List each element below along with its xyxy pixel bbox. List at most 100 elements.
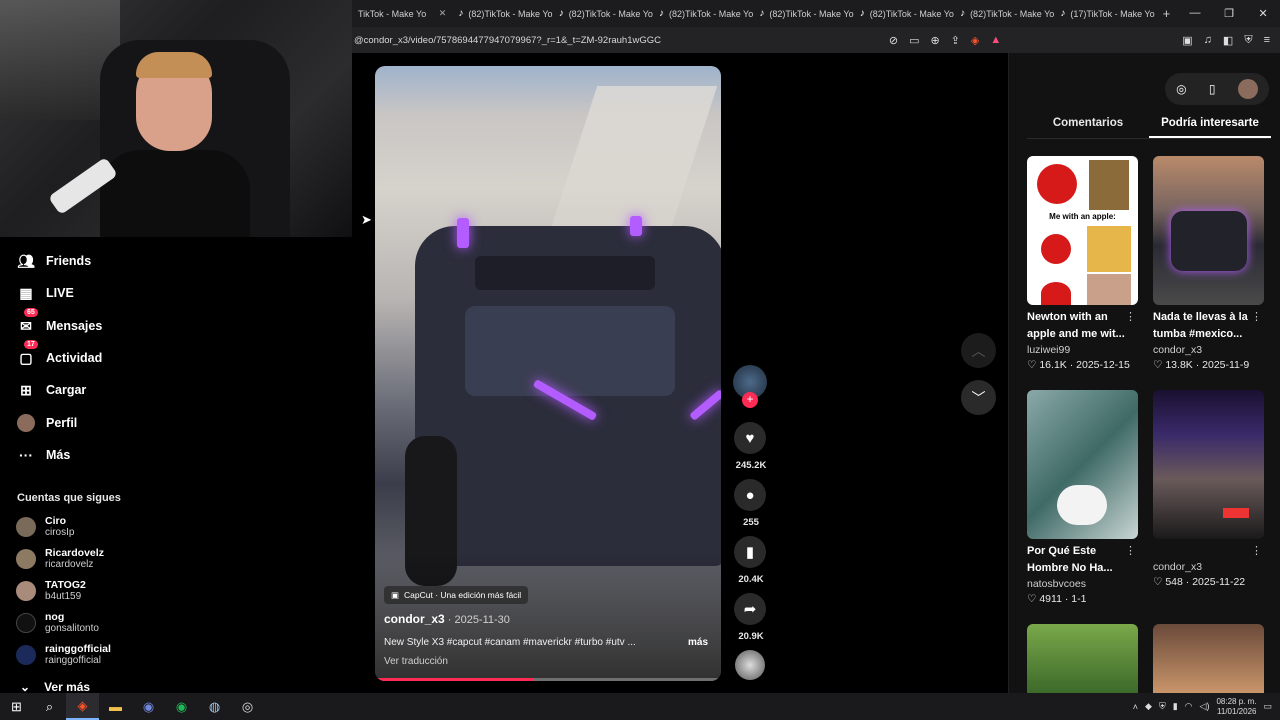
wallet-icon[interactable]: ▣ xyxy=(1182,34,1192,47)
account-name: Ciro xyxy=(45,515,66,527)
vpn-icon[interactable]: ⛨ xyxy=(1244,34,1252,47)
more-options-icon[interactable]: ⋮ xyxy=(1125,544,1136,557)
more-options-icon[interactable]: ⋮ xyxy=(1125,310,1136,323)
media-icon[interactable]: ♫ xyxy=(1204,34,1212,46)
browser-tab[interactable]: ♪(17)TikTok - Make Yo✕ xyxy=(1054,0,1154,27)
phone-icon[interactable]: ▯ xyxy=(1209,82,1216,96)
video-card[interactable]: ⋮ Por Qué Este Hombre No Ha... natosbvco… xyxy=(1027,390,1138,605)
steam-icon[interactable]: ◍ xyxy=(198,693,231,720)
no-tracking-icon[interactable]: ⊘ xyxy=(889,34,898,47)
save-button[interactable]: ▮ xyxy=(734,536,766,568)
capcut-badge[interactable]: ▣ CapCut · Una edición más fácil xyxy=(384,586,529,604)
url-text[interactable]: @condor_x3/video/7578694477947079967?_r=… xyxy=(352,35,661,46)
video-card[interactable] xyxy=(1153,624,1264,693)
browser-tab[interactable]: ♪(82)TikTok - Make Yo✕ xyxy=(753,0,853,27)
clock[interactable]: 08:28 p. m. 11/01/2026 xyxy=(1216,697,1256,717)
sidebar-item-friends[interactable]: 👥︎ Friends xyxy=(17,252,91,270)
file-explorer-icon[interactable]: ▬ xyxy=(99,693,132,720)
comment-button[interactable]: ● xyxy=(734,479,766,511)
video-card[interactable] xyxy=(1027,624,1138,693)
like-button[interactable]: ♥ xyxy=(734,422,766,454)
follow-plus-icon[interactable]: + xyxy=(742,392,758,408)
sidebar-item-upload[interactable]: ⊞ Cargar xyxy=(17,381,86,399)
video-card[interactable]: ⋮ condor_x3 ♡ 548 · 2025-11-22 xyxy=(1153,390,1264,588)
more-button[interactable]: más xyxy=(688,637,708,648)
tiktok-icon: ♪ xyxy=(859,8,865,19)
see-more-button[interactable]: ⌄ Ver más xyxy=(20,680,90,694)
nav-label: LIVE xyxy=(46,286,74,300)
user-avatar[interactable] xyxy=(1237,79,1258,99)
video-card[interactable]: ⋮ Nada te llevas à la tumba #mexico... c… xyxy=(1153,156,1264,371)
sidebar-toggle-icon[interactable]: ◧ xyxy=(1223,34,1233,47)
new-tab-button[interactable]: + xyxy=(1155,6,1178,21)
card-author[interactable]: natosbvcoes xyxy=(1027,578,1138,590)
notifications-icon[interactable]: ▭ xyxy=(1263,701,1272,712)
spotify-icon[interactable]: ◉ xyxy=(165,693,198,720)
video-progress-bar[interactable] xyxy=(375,678,721,681)
network-icon[interactable]: ◆ xyxy=(1145,701,1152,712)
following-account[interactable]: Ciro cirosIp xyxy=(16,515,74,539)
tab-suggested[interactable]: Podría interesarte xyxy=(1149,113,1271,138)
browser-tab[interactable]: ♪(82)TikTok - Make Yo✕ xyxy=(954,0,1054,27)
cast-icon[interactable]: ▭ xyxy=(909,34,919,47)
following-account[interactable]: nog gonsalitonto xyxy=(16,611,99,635)
video-card[interactable]: Me with an apple: ⋮ Newton with an apple… xyxy=(1027,156,1138,371)
brave-rewards-icon[interactable]: ▲ xyxy=(990,34,1001,46)
card-title xyxy=(1153,543,1253,560)
video-player[interactable]: ▣ CapCut · Una edición más fácil condor_x… xyxy=(375,66,721,681)
save-count: 20.4K xyxy=(738,574,764,585)
messages-icon: ✉ 65 xyxy=(17,308,38,335)
more-options-icon[interactable]: ⋮ xyxy=(1251,310,1262,323)
card-author[interactable]: condor_x3 xyxy=(1153,344,1264,356)
following-account[interactable]: rainggofficial rainggofficial xyxy=(16,643,111,667)
sidebar-item-profile[interactable]: Perfil xyxy=(17,414,77,432)
browser-tab[interactable]: ♪(82)TikTok - Make Yo✕ xyxy=(854,0,954,27)
more-options-icon[interactable]: ⋮ xyxy=(1251,544,1262,557)
browser-tab[interactable]: TikTok - Make Yo ✕ xyxy=(352,0,452,27)
compass-icon[interactable]: ◎ xyxy=(1176,82,1186,96)
close-icon[interactable]: ✕ xyxy=(439,8,447,19)
chevron-up-icon[interactable]: ˄ xyxy=(1133,702,1138,712)
following-account[interactable]: TATOG2 b4ut159 xyxy=(16,579,86,603)
next-video-button[interactable]: ﹀ xyxy=(961,380,996,415)
minimize-icon[interactable]: — xyxy=(1178,7,1212,20)
browser-tab[interactable]: ♪(82)TikTok - Make Yo✕ xyxy=(452,0,552,27)
menu-icon[interactable]: ≡ xyxy=(1264,34,1270,46)
card-author[interactable]: luziwei99 xyxy=(1027,344,1138,356)
share-icon[interactable]: ⇪ xyxy=(951,34,960,47)
start-button-icon[interactable]: ⊞ xyxy=(0,693,33,720)
volume-icon[interactable]: ◁) xyxy=(1200,701,1210,712)
wifi-icon[interactable]: ◠ xyxy=(1185,701,1193,712)
following-account[interactable]: Ricardovelz ricardovelz xyxy=(16,547,104,571)
close-window-icon[interactable]: ✕ xyxy=(1246,7,1280,20)
defender-icon[interactable]: ⛨ xyxy=(1159,701,1166,712)
brave-browser-icon[interactable]: ◈ xyxy=(66,693,99,720)
browser-tab[interactable]: ♪(82)TikTok - Make Yo✕ xyxy=(653,0,753,27)
sidebar-item-messages[interactable]: ✉ 65 Mensajes xyxy=(17,308,102,335)
zoom-icon[interactable]: ⊕ xyxy=(930,34,939,47)
restore-icon[interactable]: ❐ xyxy=(1212,7,1246,20)
obs-icon[interactable]: ◎ xyxy=(231,693,264,720)
card-author[interactable]: condor_x3 xyxy=(1153,561,1264,573)
search-icon[interactable]: ⌕ xyxy=(33,693,66,720)
top-actions: ◎ ▯ xyxy=(1165,73,1269,105)
address-bar[interactable]: @condor_x3/video/7578694477947079967?_r=… xyxy=(352,27,1280,53)
brave-shield-icon[interactable]: ◈ xyxy=(971,34,979,47)
card-stats: ♡ 548 · 2025-11-22 xyxy=(1153,576,1246,588)
discord-icon[interactable]: ◉ xyxy=(132,693,165,720)
face-image xyxy=(1087,274,1131,305)
author-name[interactable]: condor_x3 xyxy=(384,612,445,626)
sidebar-item-more[interactable]: ··· Más xyxy=(17,446,70,464)
sidebar-item-live[interactable]: ▦ LIVE xyxy=(17,284,74,302)
mic-icon[interactable]: ▮ xyxy=(1173,701,1178,712)
sidebar-item-activity[interactable]: ▢ 17 Actividad xyxy=(17,340,102,367)
music-disc-icon[interactable] xyxy=(735,650,765,680)
avatar xyxy=(16,613,36,633)
tab-comments[interactable]: Comentarios xyxy=(1027,113,1149,138)
translate-link[interactable]: Ver traducción xyxy=(384,656,448,667)
share-button[interactable]: ➦ xyxy=(734,593,766,625)
heart-outline-icon: ♡ xyxy=(1027,359,1037,371)
previous-video-button[interactable]: ︿ xyxy=(961,333,996,368)
video-author[interactable]: condor_x3 · 2025-11-30 xyxy=(384,612,510,626)
browser-tab[interactable]: ♪(82)TikTok - Make Yo✕ xyxy=(553,0,653,27)
